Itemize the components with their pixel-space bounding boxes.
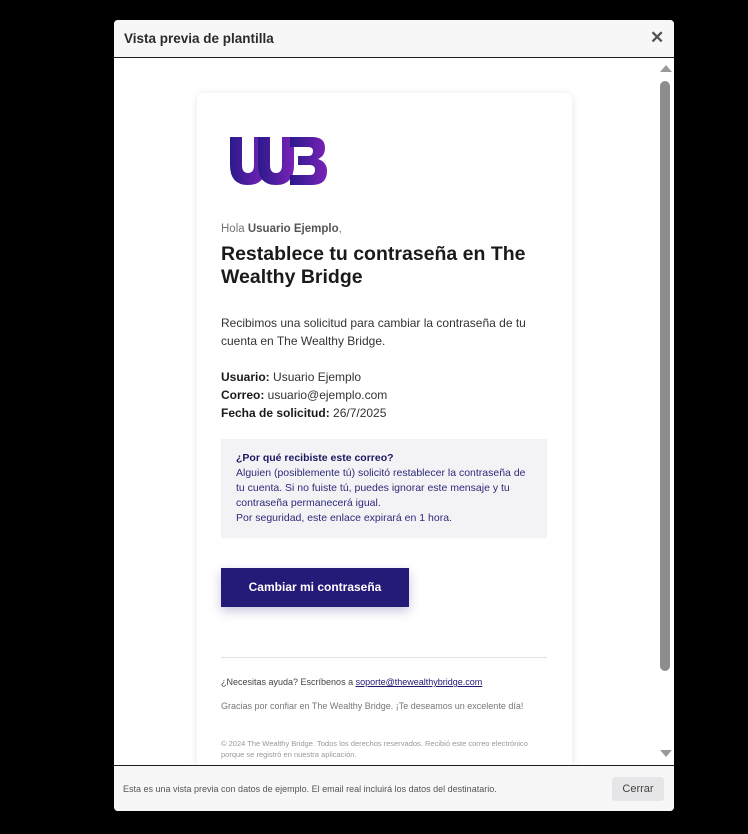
modal-body[interactable]: Hola Usuario Ejemplo, Restablece tu cont… [114, 58, 674, 765]
notice-title: ¿Por qué recibiste este correo? [236, 452, 394, 464]
template-preview-modal: Vista previa de plantilla ✕ Hola Usuario… [114, 20, 674, 811]
scroll-down-arrow-icon[interactable] [660, 750, 672, 757]
notice-expiry: Por seguridad, este enlace expirará en 1… [236, 512, 452, 524]
close-button[interactable]: Cerrar [612, 777, 664, 801]
detail-user: Usuario: Usuario Ejemplo [221, 370, 362, 384]
notice-box: ¿Por qué recibiste este correo? Alguien … [221, 439, 547, 538]
greeting-name: Usuario Ejemplo [247, 223, 339, 235]
divider [221, 657, 547, 658]
footer-note: Esta es una vista previa con datos de ej… [123, 784, 497, 794]
change-password-button[interactable]: Cambiar mi contraseña [221, 568, 409, 607]
scrollbar[interactable] [657, 58, 674, 765]
thanks-text: Gracias por confiar en The Wealthy Bridg… [221, 701, 524, 711]
close-icon[interactable]: ✕ [650, 28, 664, 48]
email-preview-card: Hola Usuario Ejemplo, Restablece tu cont… [197, 93, 572, 765]
scroll-thumb[interactable] [660, 81, 670, 671]
legal-text: © 2024 The Wealthy Bridge. Todos los der… [221, 739, 528, 759]
request-details: Usuario: Usuario Ejemplo Correo: usuario… [221, 368, 387, 422]
scroll-up-arrow-icon[interactable] [660, 65, 672, 72]
help-text: ¿Necesitas ayuda? Escríbenos a soporte@t… [221, 677, 483, 687]
notice-body: Alguien (posiblemente tú) solicitó resta… [236, 467, 526, 509]
support-email-link[interactable]: soporte@thewealthybridge.com [356, 677, 483, 687]
email-intro: Recibimos una solicitud para cambiar la … [221, 316, 526, 348]
greeting: Hola Usuario Ejemplo, [221, 223, 342, 235]
modal-footer: Esta es una vista previa con datos de ej… [114, 765, 674, 811]
wb-logo [230, 137, 327, 185]
detail-date: Fecha de solicitud: 26/7/2025 [221, 406, 387, 420]
email-headline: Restablece tu contraseña en The Wealthy … [221, 243, 526, 288]
modal-title: Vista previa de plantilla [124, 31, 274, 46]
detail-email: Correo: usuario@ejemplo.com [221, 388, 388, 402]
modal-header: Vista previa de plantilla ✕ [114, 20, 674, 58]
